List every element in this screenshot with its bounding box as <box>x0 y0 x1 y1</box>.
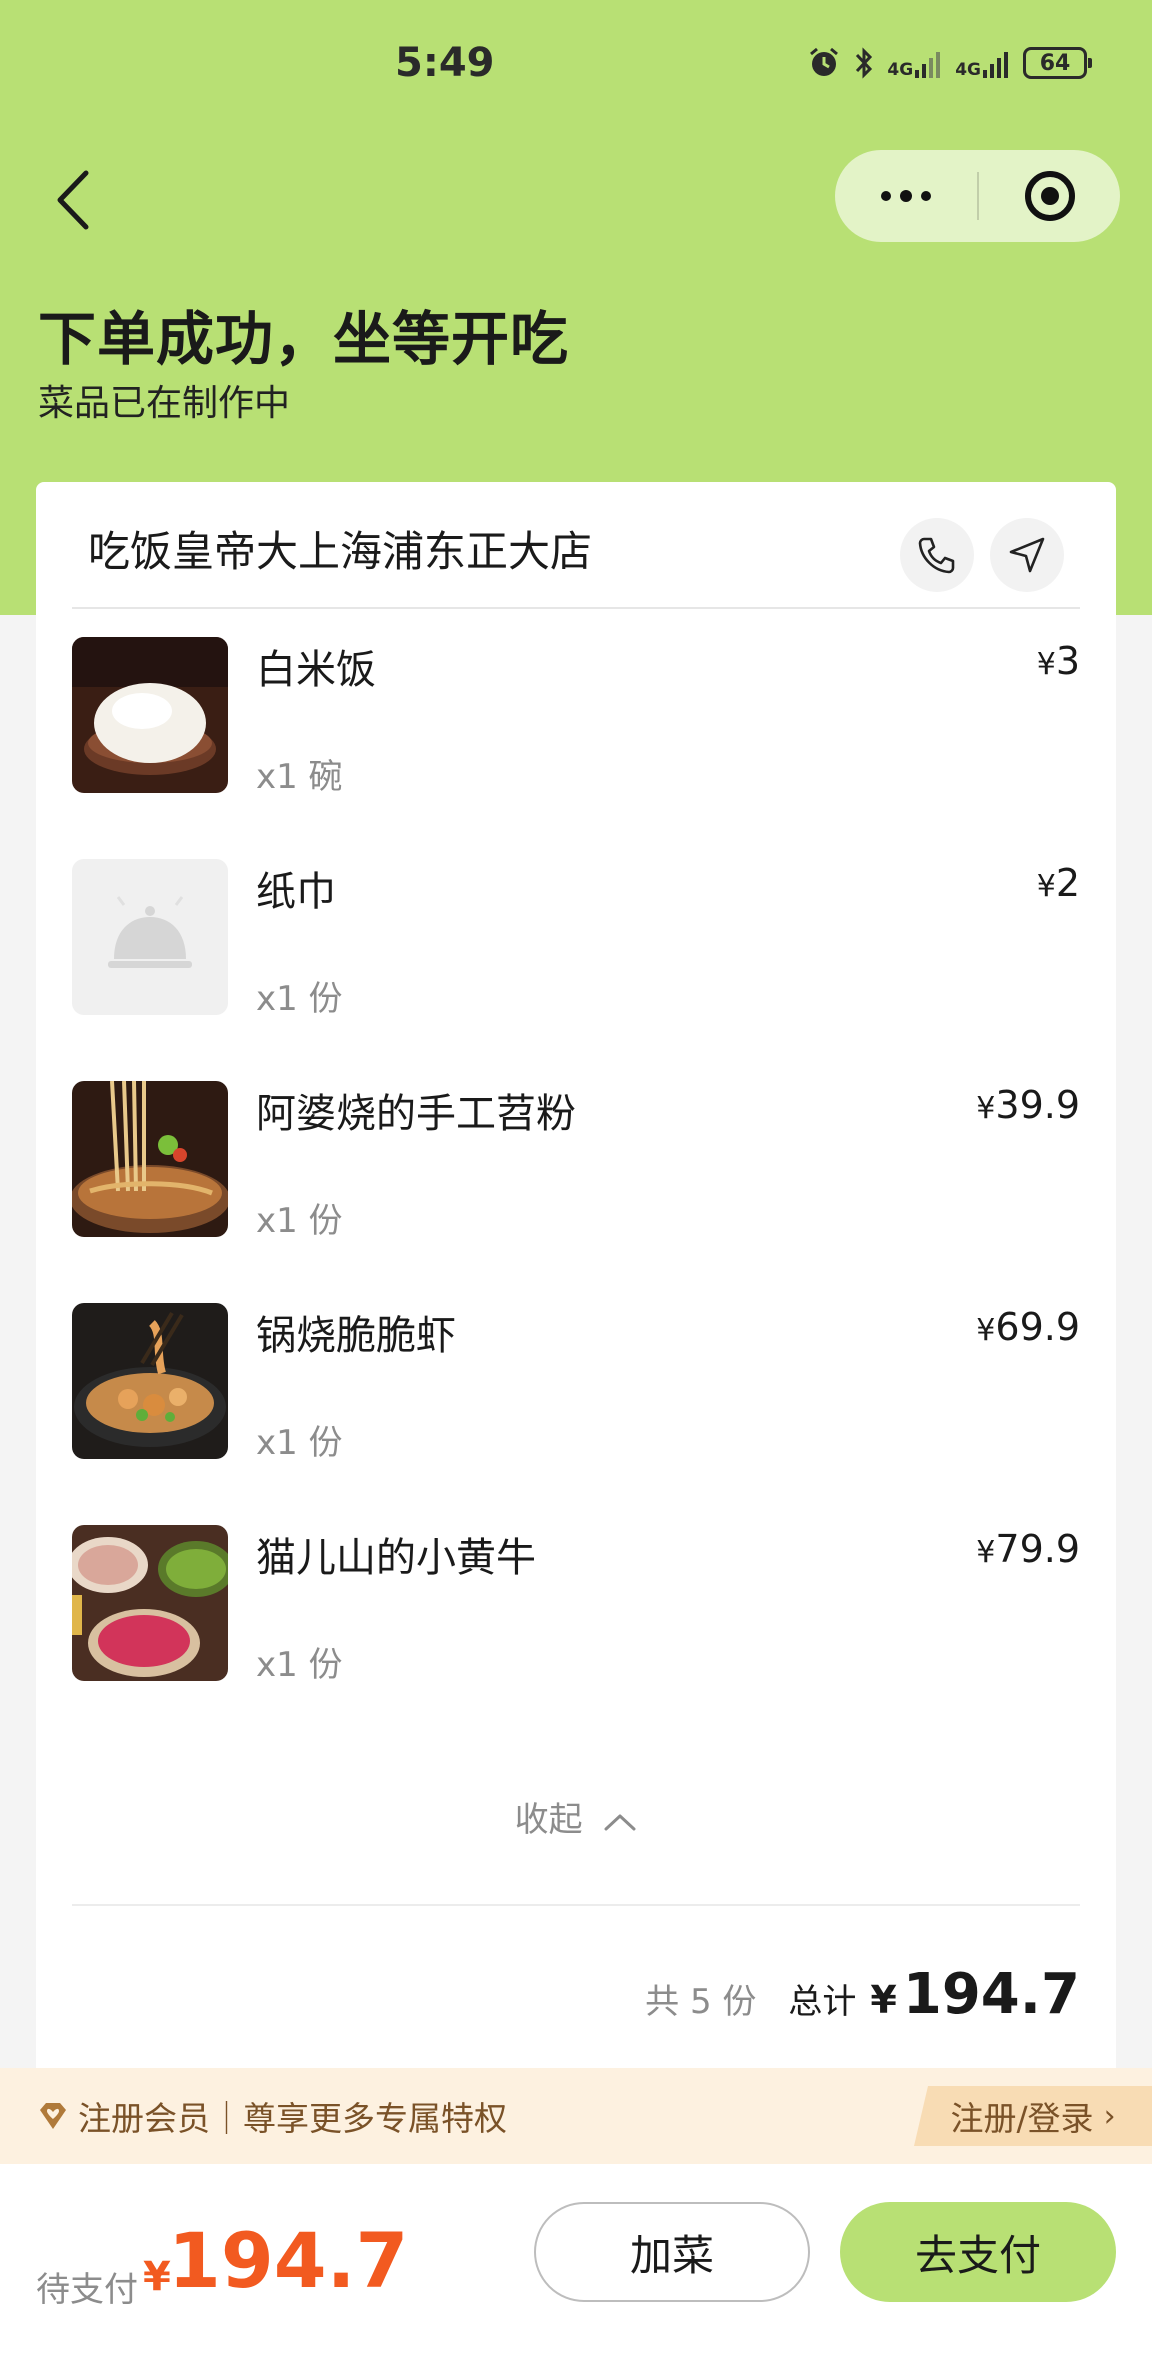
store-name: 吃饭皇帝大上海浦东正大店 <box>88 527 593 576</box>
navigate-store-button[interactable] <box>990 518 1064 592</box>
order-item: 纸巾 x1 份 ¥2 <box>72 859 1080 1019</box>
more-button[interactable] <box>835 150 977 242</box>
item-quantity: x1 份 <box>256 1645 343 1685</box>
item-quantity: x1 碗 <box>256 757 343 797</box>
item-name: 纸巾 <box>256 869 336 915</box>
diamond-heart-icon <box>40 2103 66 2129</box>
item-count: 共 5 份 <box>645 1982 757 2022</box>
beef-plates-photo <box>72 1525 228 1681</box>
status-time: 5:49 <box>395 40 495 86</box>
item-image-noodles <box>72 1081 228 1237</box>
item-price: ¥2 <box>1037 861 1080 905</box>
item-quantity: x1 份 <box>256 1201 343 1241</box>
item-name: 白米饭 <box>256 647 376 693</box>
price-value: 79.9 <box>995 1527 1080 1571</box>
page-title: 下单成功，坐等开吃 <box>38 305 570 373</box>
item-price: ¥69.9 <box>976 1305 1080 1349</box>
register-login-label: 注册/登录 <box>950 2099 1094 2138</box>
item-price: ¥79.9 <box>976 1527 1080 1571</box>
item-image-beef <box>72 1525 228 1681</box>
pending-payment-label: 待支付 <box>36 2270 138 2310</box>
order-item: 白米饭 x1 碗 ¥3 <box>72 637 1080 797</box>
member-promo-bar: 注册会员｜尊享更多专属特权 注册/登录 › <box>0 2068 1152 2164</box>
register-login-button[interactable]: 注册/登录 › <box>914 2086 1152 2146</box>
item-image-shrimp <box>72 1303 228 1459</box>
order-item: 阿婆烧的手工苕粉 x1 份 ¥39.9 <box>72 1081 1080 1241</box>
back-button[interactable] <box>48 165 98 235</box>
bluetooth-icon <box>856 47 873 79</box>
order-summary: 共 5 份 总计 ¥ 194.7 <box>645 1962 1080 2027</box>
shrimp-wok-photo <box>72 1303 228 1459</box>
call-store-button[interactable] <box>900 518 974 592</box>
pending-payment-currency: ¥ <box>143 2254 171 2300</box>
chevron-left-icon <box>57 170 89 230</box>
pending-payment-amount: 194.7 <box>168 2216 409 2305</box>
item-name: 猫儿山的小黄牛 <box>256 1535 536 1581</box>
item-price: ¥39.9 <box>976 1083 1080 1127</box>
close-button[interactable] <box>979 150 1120 242</box>
price-value: 69.9 <box>995 1305 1080 1349</box>
divider <box>72 1904 1080 1906</box>
total-label: 总计 <box>788 1982 857 2022</box>
price-currency: ¥ <box>976 1535 996 1570</box>
target-close-icon <box>1024 171 1075 221</box>
placeholder-cloche-icon <box>108 896 192 968</box>
collapse-label: 收起 <box>514 1800 583 1840</box>
price-currency: ¥ <box>976 1313 996 1348</box>
rice-bowl-photo <box>72 637 228 793</box>
signal-1: 4G <box>887 48 943 80</box>
signal-bars-icon <box>983 52 1008 78</box>
price-currency: ¥ <box>1036 647 1056 682</box>
collapse-button[interactable]: 收起 <box>36 1792 1116 1841</box>
battery-icon: 64 <box>1023 47 1092 79</box>
total-currency: ¥ <box>870 1978 897 2022</box>
item-name: 锅烧脆脆虾 <box>256 1313 456 1359</box>
bottom-action-bar: 待支付 ¥ 194.7 加菜 去支付 <box>0 2164 1152 2376</box>
item-quantity: x1 份 <box>256 1423 343 1463</box>
status-icons: 4G 4G 64 <box>807 46 1092 80</box>
signal-bars-icon <box>915 52 941 78</box>
item-image-rice <box>72 637 228 793</box>
navigation-arrow-icon <box>1009 537 1045 573</box>
item-quantity: x1 份 <box>256 979 343 1019</box>
pay-button[interactable]: 去支付 <box>840 2202 1116 2302</box>
item-name: 阿婆烧的手工苕粉 <box>256 1091 576 1137</box>
phone-icon <box>918 537 955 574</box>
price-value: 3 <box>1055 639 1080 683</box>
alarm-icon <box>810 47 839 76</box>
more-dots-icon <box>881 191 891 201</box>
item-image-placeholder <box>72 859 228 1015</box>
member-promo-text: 注册会员｜尊享更多专属特权 <box>78 2099 507 2138</box>
price-currency: ¥ <box>1036 869 1056 904</box>
network-type-label: 4G <box>955 60 981 80</box>
status-bar: 5:49 4G 4G 64 <box>0 0 1152 130</box>
signal-2: 4G <box>955 48 1011 80</box>
divider <box>72 607 1080 609</box>
page-subtitle: 菜品已在制作中 <box>38 383 291 424</box>
order-item: 猫儿山的小黄牛 x1 份 ¥79.9 <box>72 1525 1080 1685</box>
item-price: ¥3 <box>1037 639 1080 683</box>
chevron-right-icon: › <box>1103 2098 1116 2134</box>
add-dishes-button[interactable]: 加菜 <box>534 2202 810 2302</box>
total-amount: 194.7 <box>902 1962 1080 2027</box>
price-value: 2 <box>1055 861 1080 905</box>
mini-program-capsule <box>835 150 1120 242</box>
price-value: 39.9 <box>995 1083 1080 1127</box>
price-currency: ¥ <box>976 1091 996 1126</box>
chevron-up-icon <box>604 1814 636 1830</box>
order-card: 吃饭皇帝大上海浦东正大店 白米饭 x1 碗 ¥3 纸巾 x1 份 ¥2 阿婆烧的… <box>36 482 1116 2072</box>
noodles-photo <box>72 1081 228 1237</box>
order-item: 锅烧脆脆虾 x1 份 ¥69.9 <box>72 1303 1080 1463</box>
network-type-label: 4G <box>887 60 914 80</box>
